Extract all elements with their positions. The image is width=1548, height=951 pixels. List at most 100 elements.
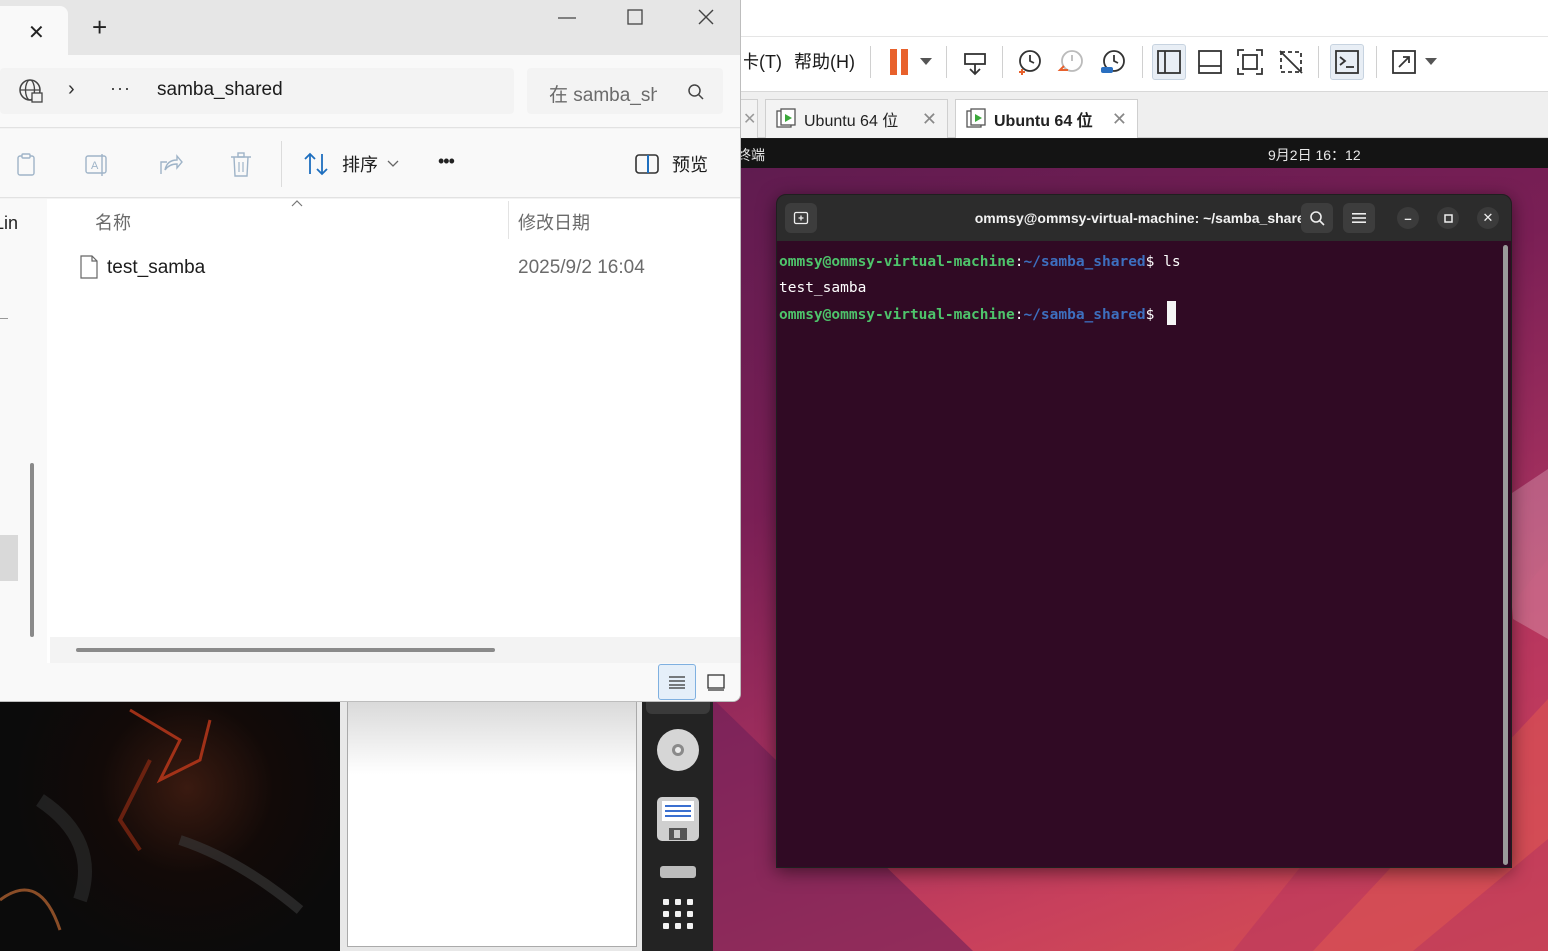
file-row[interactable]: test_samba 2025/9/2 16:04 (47, 247, 740, 287)
gnome-top-bar: 终端 9月2日 16：12 (713, 139, 1548, 168)
details-view-button[interactable] (658, 664, 696, 700)
column-modified-header[interactable]: 修改日期 (518, 209, 590, 235)
optical-disc-icon[interactable] (656, 728, 700, 772)
toolbar-separator (1376, 46, 1377, 78)
terminal-window[interactable]: ommsy@ommsy-virtual-machine: ~/samba_sha… (776, 194, 1512, 868)
maximize-button[interactable] (1437, 207, 1459, 229)
minimize-button[interactable]: – (1397, 207, 1419, 229)
terminal-menu-button[interactable] (1343, 203, 1375, 233)
delete-icon[interactable] (229, 152, 253, 178)
divider (281, 141, 282, 187)
prompt-path: ~/samba_shared (1023, 254, 1146, 270)
share-icon[interactable] (157, 152, 183, 178)
breadcrumb-folder[interactable]: samba_shared (157, 79, 283, 101)
maximize-icon[interactable] (626, 8, 644, 26)
search-placeholder: 在 samba_sh (549, 85, 657, 106)
vm-tab[interactable]: Ubuntu 64 位 ✕ (765, 99, 948, 138)
column-name-header[interactable]: 名称 (95, 209, 131, 235)
vm-tab-label: Ubuntu 64 位 (994, 113, 1093, 130)
file-name: test_samba (107, 257, 206, 278)
close-button[interactable]: ✕ (1477, 207, 1499, 229)
wallpaper-image (0, 700, 340, 951)
close-icon[interactable] (696, 7, 716, 27)
large-icons-view-button[interactable] (702, 668, 730, 696)
preview-label: 预览 (672, 155, 708, 175)
prompt-user: ommsy@ommsy-virtual-machine (779, 307, 1015, 323)
terminal-search-button[interactable] (1301, 203, 1333, 233)
paste-icon[interactable] (14, 153, 38, 177)
address-row: › ··· samba_shared 在 samba_sh (0, 55, 740, 128)
more-options-button[interactable]: ••• (438, 151, 455, 172)
nav-scrollbar[interactable] (30, 463, 34, 637)
vm-tab-active[interactable]: Ubuntu 64 位 ✕ (955, 99, 1138, 138)
maximize-icon (1443, 213, 1453, 223)
sort-icon (304, 152, 328, 176)
minimize-icon[interactable] (556, 10, 578, 26)
nav-item-selected[interactable] (0, 535, 18, 581)
console-icon[interactable] (1330, 44, 1364, 80)
close-icon[interactable]: ✕ (1112, 109, 1127, 130)
activity-label[interactable]: 终端 (737, 145, 765, 165)
prompt-path: ~/samba_shared (1023, 307, 1146, 323)
library-icon[interactable] (1152, 44, 1186, 80)
toolbar-separator (870, 46, 871, 78)
vm-tab-partial[interactable]: ✕ (740, 99, 758, 138)
snapshot-icon[interactable] (1012, 44, 1046, 80)
vm-running-icon (966, 108, 986, 128)
sort-button[interactable]: 排序 (302, 147, 400, 181)
preview-pane-button[interactable]: 预览 (634, 147, 708, 181)
close-icon[interactable]: ✕ (922, 109, 937, 130)
prompt-symbol: $ (1145, 254, 1164, 270)
explorer-content: Lin 名称 修改日期 test_samba 2025/9/2 16:04 (0, 199, 740, 663)
drive-icon[interactable] (656, 860, 700, 884)
stretch-dropdown-icon[interactable] (1422, 44, 1440, 80)
terminal-scrollbar[interactable] (1503, 245, 1508, 865)
explorer-tab[interactable]: ✕ (0, 6, 68, 55)
pause-icon[interactable] (884, 44, 914, 80)
revert-snapshot-icon[interactable] (1054, 44, 1088, 80)
column-divider[interactable] (508, 201, 509, 239)
svg-text:A: A (91, 160, 99, 172)
large-icons-view-icon (707, 674, 725, 691)
floppy-disk-icon[interactable] (656, 796, 700, 841)
terminal-output[interactable]: ommsy@ommsy-virtual-machine:~/samba_shar… (779, 249, 1181, 328)
terminal-titlebar[interactable]: ommsy@ommsy-virtual-machine: ~/samba_sha… (777, 195, 1511, 241)
menu-help[interactable]: 帮助(H) (794, 48, 855, 74)
toolbar-separator (1002, 46, 1003, 78)
column-header-row: 名称 修改日期 (47, 199, 740, 239)
address-bar[interactable]: › ··· samba_shared (0, 68, 514, 114)
unity-icon[interactable] (1275, 44, 1307, 80)
breadcrumb-more[interactable]: ··· (110, 78, 131, 99)
nav-item-partial[interactable]: Lin (0, 213, 18, 234)
close-icon[interactable]: ✕ (743, 109, 756, 129)
command-text: ls (1163, 254, 1181, 270)
show-apps-icon[interactable] (656, 897, 700, 941)
dropdown-icon[interactable] (916, 44, 936, 80)
menu-tabs[interactable]: 卡(T) (744, 48, 782, 74)
horizontal-scroll-track[interactable] (50, 637, 740, 663)
rename-icon[interactable]: A (84, 152, 110, 178)
prompt-symbol: $ (1145, 307, 1164, 323)
file-explorer-window[interactable]: ✕ + › ··· samba_shared 在 samba_sh A 排序 •… (0, 0, 741, 702)
close-tab-icon[interactable]: ✕ (28, 20, 45, 45)
snapshot-manager-icon[interactable] (1096, 44, 1130, 80)
clock[interactable]: 9月2日 16：12 (1268, 145, 1361, 165)
network-globe-icon (19, 79, 43, 103)
close-icon: ✕ (1482, 210, 1494, 225)
send-keys-icon[interactable] (958, 44, 992, 80)
stretch-icon[interactable] (1388, 44, 1420, 80)
background-window-content (347, 700, 637, 947)
fullscreen-icon[interactable] (1234, 44, 1266, 80)
new-tab-button[interactable]: + (92, 14, 107, 40)
status-bar (0, 663, 740, 701)
dock-active-app[interactable] (646, 700, 710, 714)
thumbnail-bar-icon[interactable] (1194, 44, 1226, 80)
terminal-line: ommsy@ommsy-virtual-machine:~/samba_shar… (779, 249, 1181, 275)
chevron-right-icon[interactable]: › (68, 78, 75, 101)
search-icon[interactable] (687, 83, 705, 101)
navigation-pane[interactable]: Lin (0, 199, 47, 663)
horizontal-scrollbar[interactable] (76, 648, 495, 652)
search-box[interactable]: 在 samba_sh (527, 68, 723, 114)
hamburger-icon (1352, 213, 1366, 223)
file-modified-date: 2025/9/2 16:04 (518, 257, 645, 278)
